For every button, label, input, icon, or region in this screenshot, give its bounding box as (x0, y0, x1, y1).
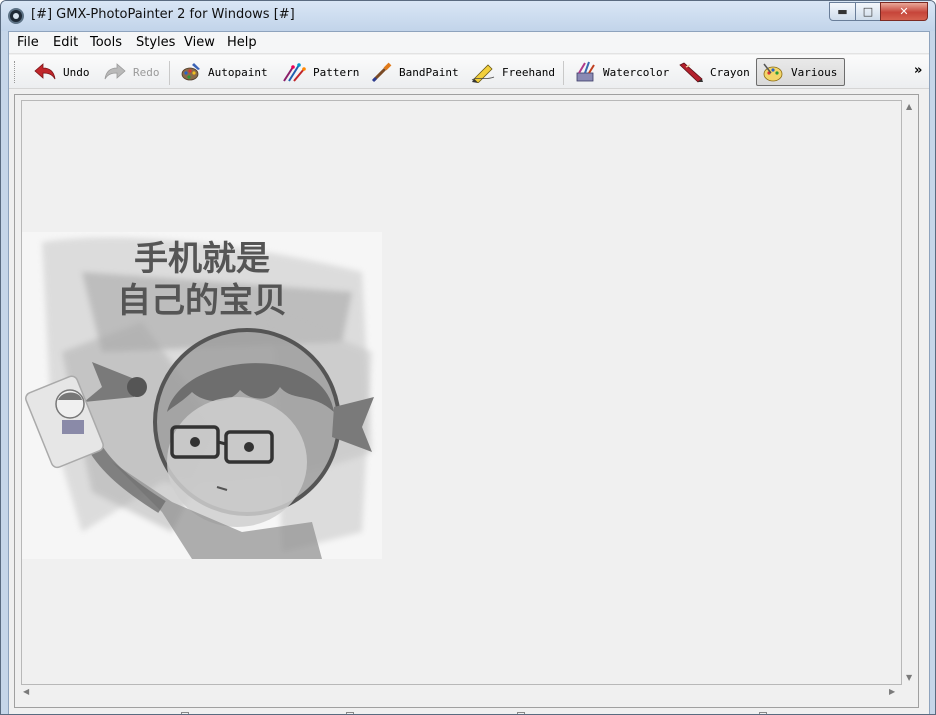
crayon-button[interactable]: Crayon (674, 58, 754, 86)
watercolor-brushes-icon (576, 61, 595, 82)
toolbar-separator (563, 61, 564, 85)
freehand-label: Freehand (502, 65, 555, 79)
artist-palette-icon (763, 63, 783, 82)
undo-button[interactable]: Undo (29, 58, 94, 86)
painting-canvas[interactable]: 手机就是 自己的宝贝 (21, 100, 902, 685)
canvas-image[interactable]: 手机就是 自己的宝贝 (22, 232, 382, 559)
watercolor-label: Watercolor (603, 65, 670, 79)
app-icon[interactable] (8, 8, 24, 24)
autopaint-button[interactable]: Autopaint (176, 58, 272, 86)
toolbar-grip[interactable] (14, 61, 17, 83)
menu-edit[interactable]: Edit (53, 35, 78, 50)
crayon-label: Crayon (710, 65, 750, 79)
image-caption-line2: 自己的宝贝 (117, 281, 287, 321)
scroll-left-arrow-icon[interactable]: ◀ (23, 687, 29, 697)
autopaint-label: Autopaint (208, 65, 268, 79)
watercolor-button[interactable]: Watercolor (569, 58, 673, 86)
scroll-up-arrow-icon[interactable]: ▲ (906, 102, 912, 112)
toolbar-overflow-chevron-icon[interactable]: » (914, 63, 922, 78)
menu-styles[interactable]: Styles (136, 35, 175, 50)
redo-label: Redo (133, 65, 160, 79)
crayon-icon (679, 62, 703, 83)
redo-button[interactable]: Redo (99, 58, 164, 86)
pattern-button[interactable]: Pattern (277, 58, 363, 86)
menu-view[interactable]: View (184, 35, 215, 50)
close-button[interactable]: ✕ (880, 2, 928, 21)
palette-icon (181, 63, 200, 81)
menu-file[interactable]: File (17, 35, 39, 50)
various-button[interactable]: Various (756, 58, 845, 86)
maximize-button[interactable]: □ (855, 2, 881, 21)
toolbar-separator (169, 61, 170, 85)
app-window: [#] GMX-PhotoPainter 2 for Windows [#] ▬… (0, 0, 936, 715)
menu-help[interactable]: Help (227, 35, 257, 50)
bandpaint-button[interactable]: BandPaint (367, 58, 463, 86)
pattern-brushes-icon (283, 63, 306, 82)
pattern-label[interactable]: Pattern (313, 66, 359, 79)
scroll-down-arrow-icon[interactable]: ▼ (906, 673, 912, 683)
canvas-frame: 手机就是 自己的宝贝 ▲ ▼ ◀ ▶ (14, 94, 919, 708)
undo-arrow-icon (34, 63, 56, 80)
undo-label: Undo (63, 65, 90, 79)
menu-bar: File Edit Tools Styles View Help (9, 32, 929, 54)
scroll-right-arrow-icon[interactable]: ▶ (889, 687, 895, 697)
image-caption-line1: 手机就是 (134, 239, 270, 279)
band-brush-icon (371, 62, 392, 83)
pencil-icon (471, 64, 495, 83)
bandpaint-label: BandPaint (399, 65, 459, 79)
various-label: Various (791, 65, 838, 79)
toolbar: Undo Redo Autopaint Pattern BandPaint Fr… (9, 55, 929, 89)
minimize-button[interactable]: ▬ (829, 2, 856, 21)
menu-tools[interactable]: Tools (90, 35, 122, 50)
title-bar[interactable]: [#] GMX-PhotoPainter 2 for Windows [#] ▬… (1, 1, 935, 31)
window-title: [#] GMX-PhotoPainter 2 for Windows [#] (31, 7, 295, 22)
redo-arrow-icon (104, 63, 126, 80)
vertical-scrollbar[interactable]: ▲ ▼ (903, 100, 917, 685)
horizontal-scrollbar[interactable]: ◀ ▶ (21, 685, 902, 699)
freehand-button[interactable]: Freehand (466, 58, 559, 86)
client-area: File Edit Tools Styles View Help Undo Re… (8, 31, 930, 714)
